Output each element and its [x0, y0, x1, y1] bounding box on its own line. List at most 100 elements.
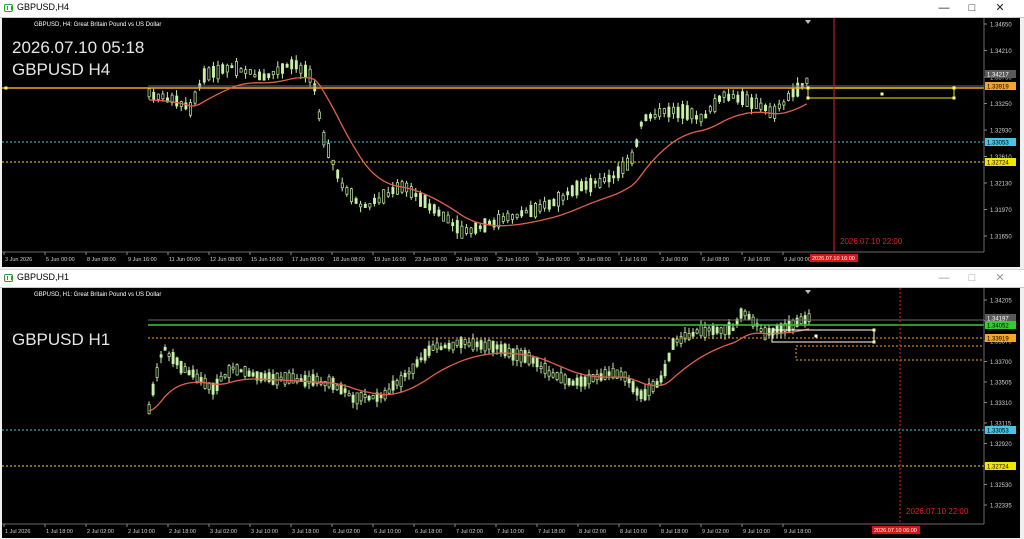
candle-body	[667, 106, 671, 118]
time-label: 9 Jul 10:00	[743, 529, 770, 535]
candle-body	[719, 327, 723, 334]
candle	[492, 217, 496, 231]
drawn-rectangle[interactable]	[795, 345, 985, 361]
scroll-marker-icon[interactable]	[805, 290, 811, 294]
candle-body	[207, 67, 211, 81]
candle	[687, 327, 691, 342]
candle-body	[487, 340, 491, 350]
candle	[736, 91, 740, 105]
anchor-point[interactable]	[806, 86, 810, 90]
anchor-point[interactable]	[952, 86, 956, 90]
chart-window-icon	[4, 274, 13, 282]
candle-body	[163, 346, 167, 351]
candle-body	[399, 375, 403, 388]
candle-body	[479, 340, 483, 350]
anchor-point[interactable]	[872, 328, 876, 332]
time-label: 9 Jul 00:00	[784, 257, 811, 263]
time-label: 23 Jun 00:00	[415, 257, 447, 263]
candle-body	[175, 357, 179, 366]
candle	[235, 58, 238, 79]
candle-body	[635, 388, 639, 396]
title-bar-h1[interactable]: GBPUSD,H1 — □ ✕	[0, 270, 1024, 288]
candle-body	[759, 102, 763, 110]
candle	[699, 319, 703, 338]
candle	[359, 391, 363, 406]
candle	[387, 383, 391, 395]
candle-body	[727, 93, 731, 101]
candle-body	[663, 363, 667, 377]
candle	[285, 62, 289, 68]
minimize-icon[interactable]: —	[930, 0, 958, 17]
candle-body	[589, 178, 593, 193]
candle-body	[515, 348, 519, 361]
candle	[571, 378, 575, 386]
price-badge: 1.34052	[985, 321, 1016, 329]
chart-plot-h1[interactable]: 2026.07.10 22:00 GBPUSD, H1: Great Brita…	[2, 288, 1020, 538]
time-label: 6 Jul 18:00	[415, 529, 442, 535]
candle	[659, 370, 663, 386]
candle	[679, 331, 683, 348]
candle-body	[607, 174, 611, 183]
candle	[555, 371, 559, 382]
candle	[535, 356, 539, 372]
scroll-marker-icon[interactable]	[805, 20, 811, 24]
anchor-point[interactable]	[814, 334, 818, 338]
candle	[515, 344, 519, 367]
candle	[363, 201, 367, 208]
candle	[745, 90, 749, 108]
candle	[644, 113, 648, 122]
candle	[405, 180, 409, 197]
candle	[463, 339, 467, 349]
candle-body	[155, 367, 159, 378]
symbol-overlay: GBPUSD H1	[12, 330, 110, 349]
maximize-icon[interactable]: □	[958, 270, 986, 287]
maximize-icon[interactable]: □	[958, 0, 986, 17]
close-icon[interactable]: ✕	[986, 0, 1014, 17]
drawn-rectangle[interactable]	[771, 329, 875, 343]
candle	[607, 366, 611, 381]
anchor-point[interactable]	[872, 340, 876, 344]
candle-body	[603, 369, 607, 380]
anchor-point[interactable]	[880, 92, 884, 96]
chart-plot-h4[interactable]: 2026.07.10 22:00 GBPUSD, H4: Great Brita…	[2, 18, 1020, 267]
candle	[695, 110, 698, 124]
chart-canvas-h1[interactable]: 2026.07.10 22:00 GBPUSD, H1: Great Brita…	[2, 288, 1020, 538]
time-label: 25 Jun 16:00	[497, 257, 529, 263]
candle	[511, 213, 514, 224]
title-bar-h4[interactable]: GBPUSD,H4 — □ ✕	[0, 0, 1024, 18]
time-label: 2 Jul 10:00	[128, 529, 155, 535]
candle-body	[499, 344, 503, 353]
candle	[676, 102, 680, 123]
anchor-point[interactable]	[4, 86, 8, 90]
price-badge-text: 1.33053	[987, 428, 1009, 434]
price-label: 1.31650	[990, 235, 1012, 241]
vertical-line-label: 2026.07.10 22:00	[906, 507, 969, 516]
candle	[507, 343, 511, 359]
chart-canvas-h4[interactable]: 2026.07.10 22:00 GBPUSD, H4: Great Brita…	[2, 18, 1020, 267]
candle	[639, 388, 643, 403]
candle	[443, 342, 447, 349]
anchor-point[interactable]	[806, 96, 810, 100]
candle	[727, 88, 731, 102]
minimize-icon[interactable]: —	[930, 270, 958, 287]
time-label: 19 Jun 16:00	[374, 257, 406, 263]
candle	[216, 60, 220, 83]
candle	[626, 154, 629, 171]
anchor-point[interactable]	[952, 96, 956, 100]
candle-body	[547, 199, 551, 210]
candle	[647, 378, 651, 401]
candle-body	[340, 182, 344, 189]
candle-body	[276, 66, 280, 75]
candle-body	[524, 210, 528, 214]
candle-body	[253, 74, 257, 78]
candle-body	[707, 327, 711, 332]
candle-body	[171, 352, 175, 364]
close-icon[interactable]: ✕	[986, 270, 1014, 287]
candle-body	[659, 375, 663, 383]
candle	[782, 99, 786, 111]
candle	[423, 193, 427, 209]
candle	[658, 103, 662, 120]
candle	[675, 335, 679, 347]
candle-body	[443, 344, 447, 349]
price-badge-text: 1.34217	[987, 72, 1009, 78]
